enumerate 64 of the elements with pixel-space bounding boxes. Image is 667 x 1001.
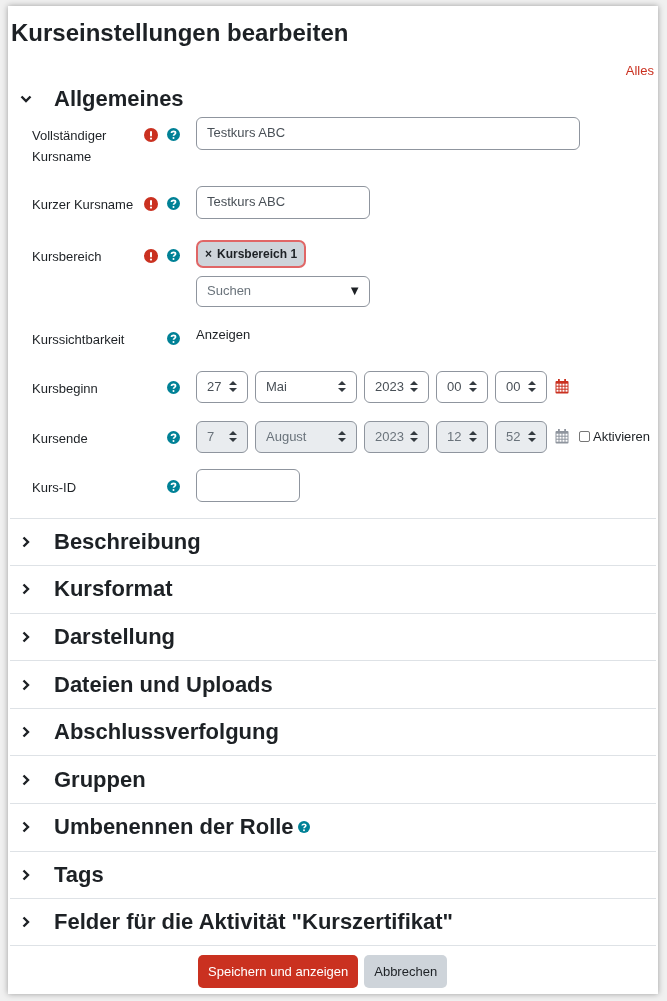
help-icon[interactable]	[167, 128, 180, 141]
spinner-arrows-icon	[528, 431, 536, 442]
date-select[interactable]: 27	[196, 370, 248, 403]
chevron-right-icon[interactable]	[22, 821, 30, 834]
spinner-arrows-icon	[229, 381, 237, 392]
calendar-icon[interactable]	[555, 379, 569, 394]
section-heading[interactable]: Abschlussverfolgung	[54, 718, 279, 747]
section-heading[interactable]: Gruppen	[54, 765, 146, 794]
help-icon[interactable]	[167, 331, 180, 345]
chevron-right-icon[interactable]	[22, 916, 30, 929]
section-heading[interactable]: Tags	[54, 860, 104, 889]
chevron-right-icon[interactable]	[22, 631, 30, 643]
chevron-right-icon[interactable]	[22, 868, 30, 881]
cancel-button[interactable]: Abbrechen	[364, 954, 448, 988]
help-icon[interactable]	[167, 380, 180, 394]
date-select[interactable]: 2023	[364, 370, 429, 403]
section-heading[interactable]: Beschreibung	[54, 527, 201, 556]
search-dropdown[interactable]: Suchen ▼	[196, 275, 370, 307]
text-field[interactable]: Testkurs ABC	[196, 185, 370, 219]
chevron-right-icon[interactable]	[22, 726, 30, 739]
dropdown-arrow: ▼	[348, 282, 361, 301]
search-placeholder: Suchen	[207, 282, 252, 301]
section-heading[interactable]: Kursformat	[54, 575, 173, 604]
tag-label: Kursbereich 1	[217, 245, 298, 263]
chevron-right-icon[interactable]	[22, 678, 30, 691]
date-select[interactable]: Mai	[255, 370, 357, 403]
help-icon[interactable]	[167, 249, 180, 262]
spinner-arrows-icon	[528, 381, 536, 392]
section-heading[interactable]: Umbenennen der Rolle	[54, 813, 294, 842]
spinner-arrows-icon	[469, 431, 477, 442]
text-field[interactable]	[196, 468, 300, 502]
page-title: Kurseinstellungen bearbeiten	[11, 18, 349, 48]
spinner-arrows-icon	[338, 381, 346, 392]
section-heading[interactable]: Dateien und Uploads	[54, 670, 273, 699]
remove-icon[interactable]: ×	[205, 244, 212, 263]
spinner-arrows-icon	[410, 431, 418, 442]
help-icon[interactable]	[297, 821, 310, 834]
section-heading[interactable]: Felder für die Aktivität "Kurszertifikat"	[54, 908, 454, 937]
chevron-right-icon[interactable]	[22, 535, 30, 548]
date-select[interactable]: 00	[436, 370, 488, 403]
date-select[interactable]: 00	[495, 370, 547, 403]
section-heading[interactable]: Darstellung	[54, 623, 176, 651]
chevron-right-icon[interactable]	[22, 583, 30, 596]
chevron-right-icon[interactable]	[22, 773, 30, 786]
spinner-arrows-icon	[410, 381, 418, 392]
spinner-arrows-icon	[469, 381, 477, 392]
field-label: Vollständiger Kursname	[32, 127, 107, 164]
text-field[interactable]: Testkurs ABC	[196, 116, 580, 150]
field-label: Kursende	[32, 430, 88, 446]
field-value: Anzeigen	[196, 325, 251, 344]
section-heading[interactable]: Allgemeines	[54, 84, 184, 113]
selected-category-tag[interactable]: × Kursbereich 1	[196, 239, 307, 268]
help-icon[interactable]	[167, 197, 180, 210]
field-label: Kursbereich	[32, 248, 102, 264]
save-button[interactable]: Speichern und anzeigen	[198, 954, 359, 988]
expand-all-link[interactable]: Alles	[625, 61, 654, 81]
field-label: Kurzer Kursname	[32, 196, 134, 212]
chevron-down-icon[interactable]	[20, 94, 32, 103]
spinner-arrows-icon	[229, 431, 237, 442]
spinner-arrows-icon	[338, 431, 346, 442]
help-icon[interactable]	[167, 479, 180, 493]
field-label: Kurssichtbarkeit	[32, 331, 125, 347]
field-label: Kursbeginn	[32, 380, 98, 396]
field-label: Kurs-ID	[32, 479, 77, 495]
